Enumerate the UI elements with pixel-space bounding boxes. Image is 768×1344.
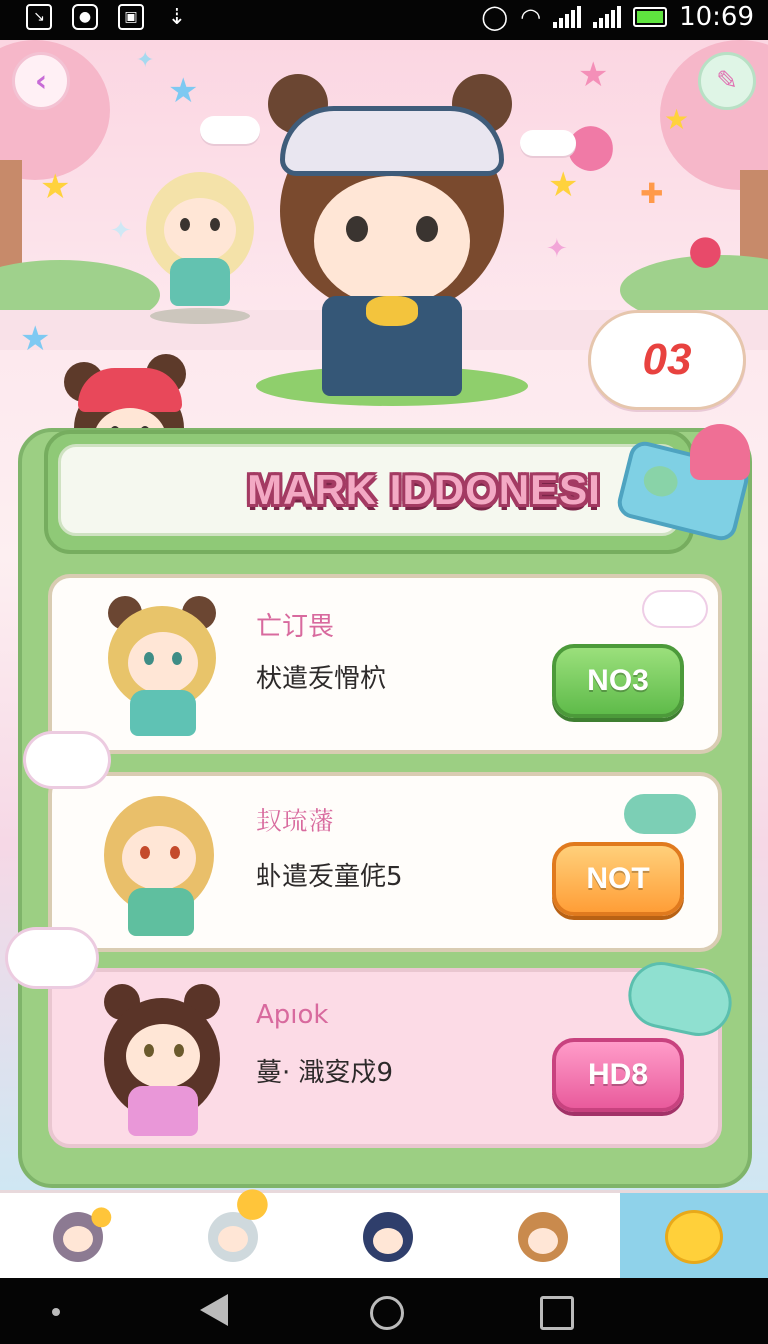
character-face xyxy=(126,1024,200,1088)
cloud xyxy=(8,930,96,986)
level-cloud: 03 xyxy=(588,310,746,410)
star-icon: ★ xyxy=(664,103,690,136)
item-1-button[interactable]: NO3 xyxy=(552,644,684,718)
item-name: 𡊋琉藩 xyxy=(256,807,335,837)
tab-character-2[interactable]: ● xyxy=(155,1179,310,1281)
speech-bubble-icon: ● xyxy=(688,227,723,273)
star-icon: ★ xyxy=(578,55,609,95)
tab-character-3[interactable] xyxy=(310,1193,465,1281)
mascot-icon xyxy=(665,1210,723,1264)
eye xyxy=(144,1044,154,1057)
image-icon: ▣ xyxy=(118,4,144,30)
eye xyxy=(210,218,220,231)
character-dress xyxy=(128,1086,198,1136)
signal-icon xyxy=(553,6,582,28)
list-item[interactable]: Apıok 蔓· 濈叜戍9 HD8 xyxy=(48,955,738,1148)
eye xyxy=(140,846,150,859)
title-banner: MARK IDDONESI xyxy=(44,430,694,554)
cloud xyxy=(644,592,706,626)
cloud xyxy=(200,116,260,144)
eye xyxy=(170,846,180,859)
eye xyxy=(172,652,182,665)
eye xyxy=(180,218,190,231)
key-icon: ● xyxy=(90,1201,113,1231)
red-cap xyxy=(78,368,182,412)
camera-icon: ● xyxy=(72,4,98,30)
list-item[interactable]: 𡊋琉藩 虲遣叐童侂5 NOT xyxy=(48,772,722,952)
item-name: 亡订畏 xyxy=(256,612,335,642)
back-button[interactable]: ‹ xyxy=(12,52,70,110)
notification-icon: ↘ xyxy=(26,4,52,30)
eye xyxy=(416,216,438,242)
item-2-button[interactable]: NOT xyxy=(552,842,684,916)
star-icon: ★ xyxy=(548,165,579,205)
tab-character-4[interactable] xyxy=(465,1193,620,1281)
bow xyxy=(366,296,418,326)
magic-wand-icon: ✎ xyxy=(716,66,738,96)
star-icon: ★ xyxy=(20,319,51,359)
item-3-character xyxy=(98,980,228,1144)
panel-title: MARK IDDONESI xyxy=(247,466,601,513)
signal-icon-2 xyxy=(593,6,622,28)
character-face xyxy=(164,198,236,262)
character-shadow xyxy=(150,308,250,324)
tab-character-1[interactable]: ● xyxy=(0,1193,155,1281)
item-name: Apıok xyxy=(256,1000,329,1030)
alarm-icon: ◯ xyxy=(481,3,509,31)
home-nav-button[interactable] xyxy=(370,1296,404,1330)
list-item[interactable]: 亡订畏 枤遣叐愲柼 NO3 xyxy=(48,574,722,754)
status-bar: ↘ ● ▣ ⇣ ◯ ◠ 10:69 xyxy=(0,0,768,40)
tree-trunk xyxy=(0,160,22,270)
recents-nav-button[interactable] xyxy=(540,1296,574,1330)
pink-ghost-icon xyxy=(690,424,750,480)
headband xyxy=(280,106,504,176)
item-description: 枤遣叐愲柼 xyxy=(256,664,387,694)
sparkle-icon: ✦ xyxy=(136,48,155,73)
magic-wand-button[interactable]: ✎ xyxy=(698,52,756,110)
item-description: 蔓· 濈叜戍9 xyxy=(256,1058,394,1088)
item-3-button[interactable]: HD8 xyxy=(552,1038,684,1112)
title-banner-inner: MARK IDDONESI xyxy=(58,444,680,536)
character-avatar xyxy=(517,1212,568,1262)
side-character-blonde[interactable] xyxy=(140,162,260,324)
character-face xyxy=(128,632,198,694)
battery-icon xyxy=(633,7,668,27)
character-face xyxy=(122,826,196,890)
download-icon: ⇣ xyxy=(167,4,187,30)
cloud xyxy=(26,734,108,786)
chevron-left-icon: ‹ xyxy=(34,63,48,99)
eye xyxy=(174,1044,184,1057)
star-icon: ★ xyxy=(40,167,71,207)
character-dress xyxy=(170,258,230,306)
character-dress xyxy=(128,888,194,936)
eye xyxy=(144,652,154,665)
level-badge: 03 xyxy=(642,335,692,384)
character-face xyxy=(314,176,470,306)
item-description: 虲遣叐童侂5 xyxy=(256,862,403,892)
item-1-character xyxy=(102,590,222,746)
flower-icon xyxy=(624,794,696,834)
character-dress xyxy=(130,690,196,736)
eye xyxy=(346,216,368,242)
bone-icon: ✚ xyxy=(640,177,664,210)
cloud xyxy=(520,130,576,156)
item-2-character xyxy=(98,784,228,944)
main-character[interactable] xyxy=(256,66,528,406)
dot-icon xyxy=(52,1308,60,1316)
system-nav-bar xyxy=(0,1278,768,1344)
bottom-tab-bar: ● ● xyxy=(0,1179,768,1281)
star-icon: ★ xyxy=(168,71,199,111)
sparkle-icon: ✦ xyxy=(546,234,568,264)
bunny-icon: ● xyxy=(235,1179,270,1225)
wifi-icon: ◠ xyxy=(520,3,542,31)
clock: 10:69 xyxy=(679,2,754,32)
back-nav-button[interactable] xyxy=(200,1294,228,1326)
sparkle-icon: ✦ xyxy=(110,216,132,246)
character-avatar xyxy=(362,1212,413,1262)
tab-mascot[interactable] xyxy=(620,1193,768,1281)
ticket-dot xyxy=(640,462,681,500)
